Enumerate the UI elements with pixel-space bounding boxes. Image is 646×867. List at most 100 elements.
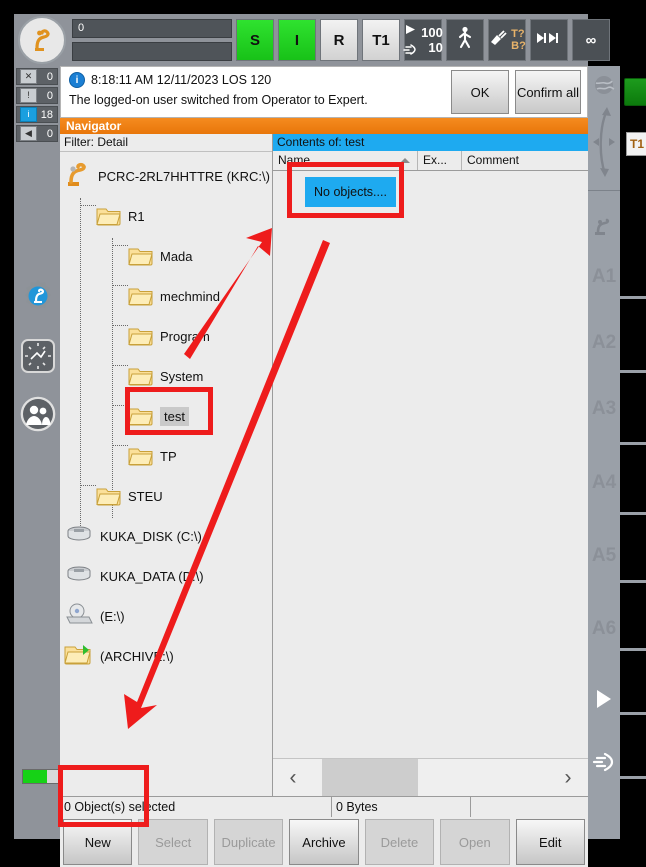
tree-item-label: Mada (160, 248, 193, 264)
robot-axis-icon[interactable] (592, 216, 616, 238)
filter-label[interactable]: Filter: Detail (60, 134, 272, 152)
increment-value-display: ∞ (572, 19, 610, 61)
axis-label-a1[interactable]: A1 (588, 266, 620, 288)
walking-person-icon (456, 26, 474, 54)
horizontal-scrollbar[interactable]: ‹ › (273, 758, 588, 796)
column-header-ext[interactable]: Ex... (418, 151, 462, 170)
i-status-button[interactable]: I (278, 19, 316, 61)
open-button: Open (440, 819, 510, 865)
column-header-comment[interactable]: Comment (462, 151, 588, 170)
tree-item-mada[interactable]: Mada (60, 236, 272, 276)
info-icon: i (20, 107, 37, 122)
ack-count: 0 (46, 70, 53, 83)
tree-item-e-drive[interactable]: (E:\) (60, 596, 272, 636)
tool-base-button[interactable]: T? B? (488, 19, 526, 61)
tree-item-mechmind[interactable]: mechmind (60, 276, 272, 316)
tree-item-kuka-disk[interactable]: KUKA_DISK (C:\) (60, 516, 272, 556)
archive-folder-icon (64, 644, 94, 669)
tree-item-label: (ARCHIVE:\) (100, 648, 174, 664)
jog-override-value: 10 (428, 39, 443, 55)
hand-icon[interactable] (592, 752, 616, 772)
wait-count: 0 (46, 127, 53, 140)
message-window[interactable]: i 8:18:11 AM 12/11/2023 LOS 120 The logg… (60, 66, 588, 118)
confirm-all-button[interactable]: Confirm all (515, 70, 581, 114)
kuka-robot-logo-icon[interactable] (18, 16, 66, 64)
right-rail (588, 66, 620, 839)
program-name-bar: 0 (72, 19, 232, 38)
tree-item-label: Program (160, 328, 210, 344)
program-state-bar (72, 42, 232, 61)
mode-badge-t1: T1 (626, 132, 646, 156)
size-status: 0 Bytes (332, 797, 471, 818)
scroll-thumb[interactable] (322, 759, 418, 796)
sort-ascending-icon (400, 158, 410, 163)
settings-gear-icon[interactable] (20, 278, 56, 314)
chevron-left-icon[interactable]: ‹ (273, 767, 313, 788)
motion-arrows-icon[interactable] (590, 104, 618, 180)
tree-item-program[interactable]: Program (60, 316, 272, 356)
ack-message-counter[interactable]: ✕ 0 (16, 68, 58, 85)
edit-button[interactable]: Edit (515, 819, 585, 865)
directory-tree: PCRC-2RL7HHTTRE (KRC:\) R1 Mada mechmind… (60, 152, 272, 796)
message-counter-group: ✕ 0 ! 0 i 18 ◀ 0 (16, 68, 58, 144)
program-bar-value: 0 (78, 22, 85, 34)
users-icon[interactable] (20, 396, 56, 432)
clock-icon[interactable] (20, 338, 56, 374)
robot-icon (64, 162, 92, 191)
archive-button[interactable]: Archive (289, 819, 359, 865)
manual-mode-button[interactable] (446, 19, 484, 61)
world-coordinate-icon[interactable] (593, 74, 615, 96)
tree-item-archive[interactable]: (ARCHIVE:\) (60, 636, 272, 676)
tree-item-label: R1 (128, 208, 145, 224)
tree-item-kuka-data[interactable]: KUKA_DATA (D:\) (60, 556, 272, 596)
folder-icon (96, 206, 122, 227)
base-value: B? (511, 40, 526, 52)
folder-icon (128, 406, 154, 427)
info-message-counter[interactable]: i 18 (16, 106, 58, 123)
drives-ready-indicator (624, 78, 646, 106)
wait-message-counter[interactable]: ◀ 0 (16, 125, 58, 142)
t1-mode-button[interactable]: T1 (362, 19, 400, 61)
tree-item-test[interactable]: test (60, 396, 272, 436)
axis-label-a6[interactable]: A6 (588, 618, 620, 640)
axis-label-a5[interactable]: A5 (588, 545, 620, 567)
tree-item-controller[interactable]: PCRC-2RL7HHTTRE (KRC:\) (60, 156, 272, 196)
column-header-row: Name Ex... Comment (273, 151, 588, 171)
s-status-button[interactable]: S (236, 19, 274, 61)
increment-mode-button[interactable] (530, 19, 568, 61)
play-triangle-icon[interactable] (594, 688, 614, 710)
column-header-name[interactable]: Name (273, 151, 418, 170)
message-header: 8:18:11 AM 12/11/2023 LOS 120 (91, 73, 272, 87)
folder-icon (128, 246, 154, 267)
new-button[interactable]: New (63, 819, 133, 865)
info-count: 18 (40, 108, 53, 121)
tree-item-system[interactable]: System (60, 356, 272, 396)
tree-item-steu[interactable]: STEU (60, 476, 272, 516)
scroll-trough[interactable] (313, 759, 548, 796)
folder-icon (128, 366, 154, 387)
tool-value: T? (511, 28, 525, 40)
navigator-status-bar: 0 Object(s) selected 0 Bytes (60, 796, 588, 818)
r-status-button[interactable]: R (320, 19, 358, 61)
tree-item-label: TP (160, 448, 177, 464)
axis-label-a3[interactable]: A3 (588, 398, 620, 420)
navigator-tree-pane: Filter: Detail PCRC-2RL7HHTTRE (KRC:\) R… (60, 134, 273, 796)
tree-item-r1[interactable]: R1 (60, 196, 272, 236)
program-override-value: 100 (421, 24, 443, 40)
wait-icon: ◀ (20, 126, 37, 141)
contents-title: Contents of: test (273, 134, 588, 151)
navigator-contents-pane: Contents of: test Name Ex... Comment No … (273, 134, 588, 796)
tree-item-tp[interactable]: TP (60, 436, 272, 476)
override-speed-button[interactable]: 100 10 (403, 19, 443, 61)
increment-arrows-icon (536, 31, 562, 49)
ok-button[interactable]: OK (451, 70, 509, 114)
warning-message-counter[interactable]: ! 0 (16, 87, 58, 104)
folder-icon (128, 286, 154, 307)
axis-label-a2[interactable]: A2 (588, 332, 620, 354)
axis-label-a4[interactable]: A4 (588, 472, 620, 494)
tree-item-label: KUKA_DATA (D:\) (100, 568, 204, 584)
folder-icon (128, 446, 154, 467)
tree-item-label: test (160, 406, 189, 426)
hand-icon (403, 42, 417, 59)
chevron-right-icon[interactable]: › (548, 767, 588, 788)
